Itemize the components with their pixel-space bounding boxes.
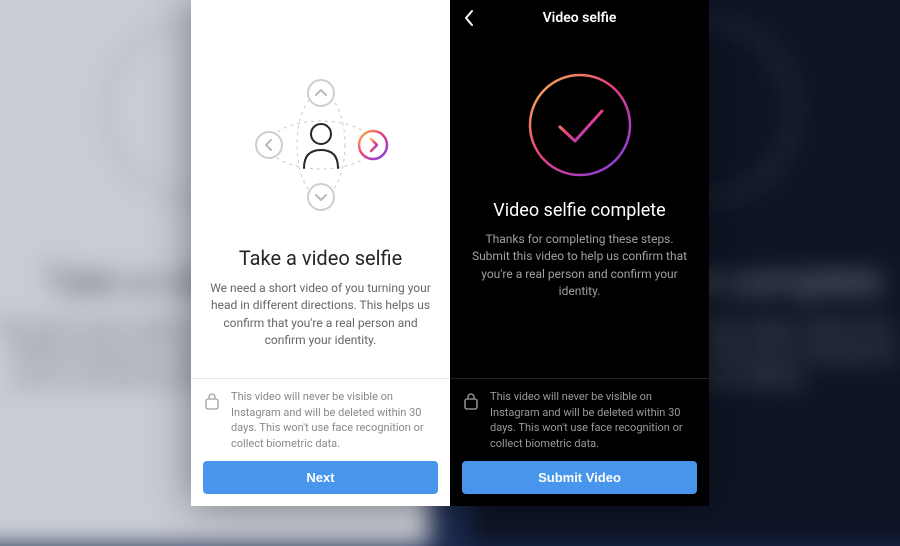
hero-illustration-complete	[450, 36, 709, 196]
topbar-title: Video selfie	[543, 10, 617, 26]
turn-head-icon	[246, 70, 396, 220]
next-button[interactable]: Next	[203, 461, 438, 494]
privacy-notice-text: This video will never be visible on Inst…	[490, 389, 697, 451]
topbar-right: Video selfie	[450, 0, 709, 36]
page-title: Take a video selfie	[191, 246, 450, 270]
privacy-notice-text: This video will never be visible on Inst…	[231, 389, 438, 451]
privacy-notice: This video will never be visible on Inst…	[462, 389, 697, 451]
back-button[interactable]	[460, 8, 480, 28]
lock-icon	[462, 389, 480, 415]
pane-take-video: Take a video selfie We need a short vide…	[191, 0, 450, 506]
lock-icon	[203, 389, 221, 415]
page-title: Video selfie complete	[450, 200, 709, 221]
page-description: Thanks for completing these steps. Submi…	[450, 221, 709, 301]
privacy-notice: This video will never be visible on Inst…	[203, 389, 438, 451]
phone-screens: Take a video selfie We need a short vide…	[191, 0, 709, 506]
pane-video-complete: Video selfie Video selfie complete Thank…	[450, 0, 709, 506]
success-check-icon	[520, 65, 640, 185]
topbar-left	[191, 0, 450, 36]
page-description: We need a short video of you turning you…	[191, 270, 450, 350]
submit-video-button[interactable]: Submit Video	[462, 461, 697, 494]
chevron-left-icon	[460, 8, 480, 28]
hero-illustration-turn-head	[191, 36, 450, 236]
